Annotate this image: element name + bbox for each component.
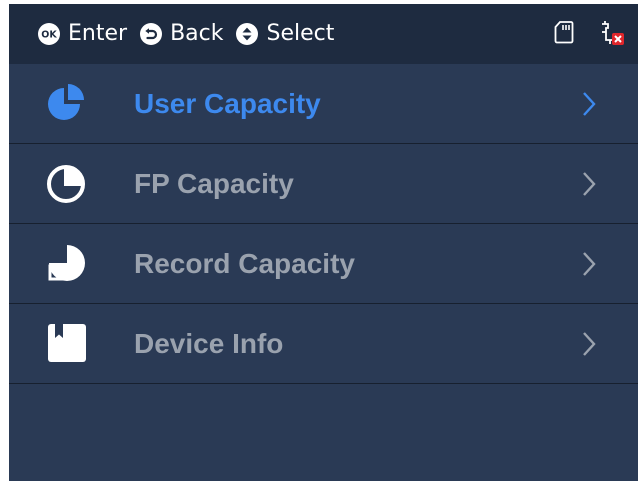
chevron-right-icon — [579, 170, 599, 198]
menu-item-device-info[interactable]: Device Info — [9, 304, 638, 384]
menu-item-fp-capacity[interactable]: FP Capacity — [9, 144, 638, 224]
menu-item-label: FP Capacity — [134, 168, 294, 199]
hint-back: Back — [139, 22, 223, 46]
ok-button-icon: OK — [37, 22, 61, 46]
chevron-right-icon — [579, 330, 599, 358]
capacity-menu: User Capacity FP Capacity Record Capacit… — [9, 64, 638, 384]
menu-item-user-capacity[interactable]: User Capacity — [9, 64, 638, 144]
menu-item-label: Record Capacity — [134, 248, 355, 279]
bookmark-card-icon — [44, 320, 90, 366]
sd-card-icon — [554, 20, 574, 48]
menu-item-label: Device Info — [134, 328, 284, 359]
pie-chart-outline-icon — [44, 160, 90, 206]
pie-chart-filled-icon — [44, 80, 90, 126]
hint-back-label: Back — [170, 21, 224, 46]
hint-enter: OK Enter — [37, 22, 127, 46]
chevron-right-icon — [579, 90, 599, 118]
hint-select-label: Select — [266, 21, 335, 46]
network-disconnected-icon — [598, 18, 626, 50]
device-screen: OK Enter Back Select User Capacity FP Ca… — [9, 4, 638, 481]
menu-item-label: User Capacity — [134, 88, 321, 119]
back-arrow-icon — [139, 22, 163, 46]
menu-item-record-capacity[interactable]: Record Capacity — [9, 224, 638, 304]
hint-enter-label: Enter — [68, 21, 128, 46]
hint-select: Select — [235, 22, 334, 46]
status-icons — [554, 4, 638, 64]
record-disc-icon — [44, 240, 90, 286]
svg-text:OK: OK — [41, 30, 57, 41]
header-bar: OK Enter Back Select — [9, 4, 638, 64]
up-down-select-icon — [235, 22, 259, 46]
chevron-right-icon — [579, 250, 599, 278]
